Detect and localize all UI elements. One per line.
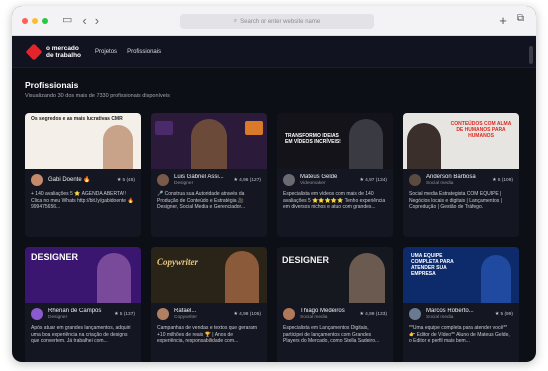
professional-name: Rhenan de Campos xyxy=(48,308,102,314)
address-bar[interactable]: ⌕ Search or enter website name xyxy=(180,14,374,29)
professional-role: Designer xyxy=(174,181,194,186)
avatar xyxy=(157,174,169,186)
professional-description: **Uma equipe completa para atender você*… xyxy=(409,325,510,345)
banner-photo xyxy=(97,253,131,303)
professional-role: Videomaker xyxy=(300,181,326,186)
banner-photo xyxy=(407,123,441,169)
logo-line-1: o mercado xyxy=(46,44,79,52)
minimize-window-button[interactable] xyxy=(32,17,38,24)
professional-name: Mateus Gelde xyxy=(300,174,338,180)
professional-name: Thiago Medeiros xyxy=(300,308,345,314)
banner-photo xyxy=(349,253,385,303)
card-banner: Os segredos e as mais lucrativas CMR xyxy=(25,113,141,169)
avatar xyxy=(31,308,43,320)
banner-photo xyxy=(481,255,511,303)
professional-role: Designer xyxy=(48,315,68,320)
card-banner: UMA EQUIPE COMPLETA PARA ATENDER SUA EMP… xyxy=(403,247,519,303)
banner-photo xyxy=(103,125,133,169)
professional-description: Especialista em Lançamentos Digitais, pa… xyxy=(283,325,380,345)
rating: ★ 4,97 (134) xyxy=(359,177,387,183)
banner-photo xyxy=(225,251,259,303)
rating: ★ 5 (99) xyxy=(494,311,513,317)
professional-description: Campanhas de vendas e textos que geraram… xyxy=(157,325,258,345)
main-content: Profissionais Visualizando 30 dos mais d… xyxy=(12,68,536,362)
site-navbar: o mercado de trabalho Projetos Profissio… xyxy=(12,36,536,68)
forward-icon[interactable]: › xyxy=(95,14,99,27)
banner-thumb xyxy=(245,121,263,135)
tabs-overview-icon[interactable]: ⧉ xyxy=(517,14,524,27)
rating: ★ 4,96 (127) xyxy=(233,177,261,183)
professional-card[interactable]: DESIGNER Rhenan de Campos Designer ★ 5 (… xyxy=(25,247,141,362)
professional-description: Social media Estrategista COM EQUIPE | N… xyxy=(409,191,502,211)
close-window-button[interactable] xyxy=(22,17,28,24)
rating: ★ 5 (109) xyxy=(492,177,513,183)
professional-card[interactable]: Luis Gabriel Assi... Designer ★ 4,96 (12… xyxy=(151,113,267,237)
avatar xyxy=(157,308,169,320)
professional-description: Especialista em vídeos com mais de 140 a… xyxy=(283,191,386,211)
professional-card[interactable]: UMA EQUIPE COMPLETA PARA ATENDER SUA EMP… xyxy=(403,247,519,362)
banner-text: DESIGNER xyxy=(282,255,330,265)
avatar xyxy=(409,308,421,320)
rating: ★ 5 (46) xyxy=(116,177,135,183)
page-subtitle: Visualizando 30 dos mais de 7330 profiss… xyxy=(25,93,170,99)
new-tab-icon[interactable]: + xyxy=(499,14,507,27)
card-banner: TRANSFORMO IDEIAS EM VÍDEOS INCRÍVEIS! xyxy=(277,113,393,169)
banner-text: CONTEÚDOS COM ALMA DE HUMANOS PARA HUMAN… xyxy=(450,121,512,139)
card-banner xyxy=(151,113,267,169)
address-placeholder: Search or enter website name xyxy=(240,18,321,25)
professionals-grid: Os segredos e as mais lucrativas CMR Gab… xyxy=(25,113,523,362)
banner-photo xyxy=(191,119,227,169)
banner-text: DESIGNER xyxy=(31,252,79,262)
professional-name: Gabi Doente 🔥 xyxy=(48,177,91,183)
professional-card[interactable]: TRANSFORMO IDEIAS EM VÍDEOS INCRÍVEIS! M… xyxy=(277,113,393,237)
card-banner: DESIGNER xyxy=(277,247,393,303)
professional-role: Social media xyxy=(426,315,454,320)
professional-description: Após atuar em grandes lançamentos, adqui… xyxy=(31,325,131,345)
professional-card[interactable]: DESIGNER Thiago Medeiros Social media ★ … xyxy=(277,247,393,362)
scrollbar[interactable] xyxy=(529,46,533,64)
site-logo[interactable]: o mercado de trabalho xyxy=(25,43,82,60)
professional-name: Luis Gabriel Assi... xyxy=(174,174,224,180)
professional-name: Rafael... xyxy=(174,308,197,314)
nav-link-projetos[interactable]: Projetos xyxy=(95,49,117,55)
rating: ★ 4,99 (133) xyxy=(359,311,387,317)
avatar xyxy=(283,308,295,320)
card-banner: CONTEÚDOS COM ALMA DE HUMANOS PARA HUMAN… xyxy=(403,113,519,169)
professional-description: 🎤 Construa sua Autoridade através da Pro… xyxy=(157,191,246,211)
banner-text: UMA EQUIPE COMPLETA PARA ATENDER SUA EMP… xyxy=(411,253,454,277)
nav-link-profissionais[interactable]: Profissionais xyxy=(127,49,161,55)
card-banner: Copywriter xyxy=(151,247,267,303)
professional-role: Social media xyxy=(300,315,328,320)
logo-line-2: de trabalho xyxy=(46,51,82,59)
avatar xyxy=(283,174,295,186)
banner-text: Os segredos e as mais lucrativas CMR xyxy=(31,116,123,122)
professional-name: Anderson Barbosa xyxy=(426,174,476,180)
browser-toolbar: ▭ ‹ › ⌕ Search or enter website name + ⧉ xyxy=(12,6,536,36)
avatar xyxy=(409,174,421,186)
banner-text: TRANSFORMO IDEIAS EM VÍDEOS INCRÍVEIS! xyxy=(285,133,341,145)
browser-window: ▭ ‹ › ⌕ Search or enter website name + ⧉… xyxy=(12,6,536,362)
sidebar-toggle-icon[interactable]: ▭ xyxy=(62,15,72,26)
card-banner: DESIGNER xyxy=(25,247,141,303)
logo-mark-icon xyxy=(25,43,43,60)
search-icon: ⌕ xyxy=(233,18,238,24)
professional-description: + 140 avaliações 5 ⭐ AGENDA ABERTA!! Cli… xyxy=(31,191,134,211)
professional-card[interactable]: Os segredos e as mais lucrativas CMR Gab… xyxy=(25,113,141,237)
back-icon[interactable]: ‹ xyxy=(82,14,86,27)
professional-role: Copywriter xyxy=(174,315,197,320)
banner-photo xyxy=(349,119,383,169)
professional-name: Marcos Roberto... xyxy=(426,308,474,314)
rating: ★ 5 (137) xyxy=(114,311,135,317)
professional-role: Social media xyxy=(426,181,454,186)
page-title: Profissionais xyxy=(25,80,79,90)
maximize-window-button[interactable] xyxy=(42,17,48,24)
rating: ★ 4,98 (105) xyxy=(233,311,261,317)
professional-card[interactable]: CONTEÚDOS COM ALMA DE HUMANOS PARA HUMAN… xyxy=(403,113,519,237)
banner-text: Copywriter xyxy=(157,257,199,267)
professional-card[interactable]: Copywriter Rafael... Copywriter ★ 4,98 (… xyxy=(151,247,267,362)
banner-thumb xyxy=(155,121,173,135)
avatar xyxy=(31,174,43,186)
